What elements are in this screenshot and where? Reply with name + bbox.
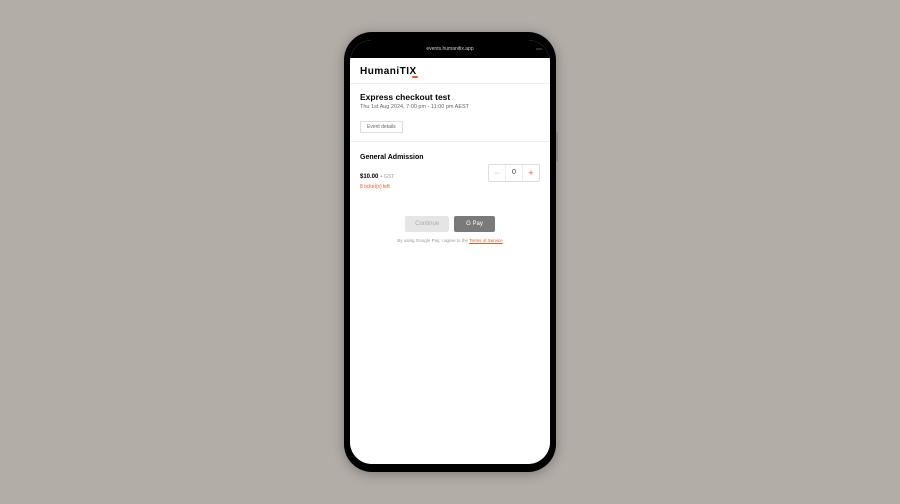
ticket-section: General Admission $10.00 + GST 8 ticket(… [350,142,550,202]
checkout-section: Continue G Pay By using Google Pay, I ag… [350,202,550,249]
phone-frame: events.humanitix.app ⋯ HumaniTIX Express… [344,32,556,472]
event-title: Express checkout test [360,92,540,102]
ticket-info: General Admission $10.00 + GST 8 ticket(… [360,154,488,190]
browser-url: events.humanitix.app [426,46,473,52]
event-datetime: Thu 1st Aug 2024, 7:00 pm - 11:00 pm AES… [360,104,540,110]
logo: HumaniTIX [360,66,540,77]
phone-side-button [556,132,558,162]
ticket-name: General Admission [360,154,488,161]
terms-of-service-link[interactable]: Terms of Service [469,238,503,243]
logo-text: HumaniTIX [360,66,417,77]
phone-screen: events.humanitix.app ⋯ HumaniTIX Express… [350,40,550,464]
quantity-increase-button[interactable]: + [523,165,539,181]
header: HumaniTIX [350,58,550,84]
ticket-row: General Admission $10.00 + GST 8 ticket(… [360,154,540,190]
ticket-price: $10.00 [360,174,378,180]
browser-menu-icon[interactable]: ⋯ [536,46,542,53]
ticket-gst: + GST [378,174,394,180]
event-section: Express checkout test Thu 1st Aug 2024, … [350,84,550,142]
page-content: HumaniTIX Express checkout test Thu 1st … [350,58,550,464]
terms-text: By using Google Pay, I agree to the Term… [360,238,540,243]
google-pay-button[interactable]: G Pay [454,216,495,232]
quantity-value: 0 [505,165,523,181]
browser-bar: events.humanitix.app ⋯ [350,40,550,58]
ticket-price-line: $10.00 + GST [360,165,488,183]
quantity-decrease-button[interactable]: − [489,165,505,181]
google-pay-label: G Pay [466,221,483,227]
checkout-button-row: Continue G Pay [360,216,540,232]
continue-button[interactable]: Continue [405,216,449,232]
event-details-button[interactable]: Event details [360,121,403,133]
terms-prefix: By using Google Pay, I agree to the [397,238,469,243]
quantity-stepper: − 0 + [488,164,540,182]
ticket-remaining: 8 ticket(s) left [360,184,488,190]
